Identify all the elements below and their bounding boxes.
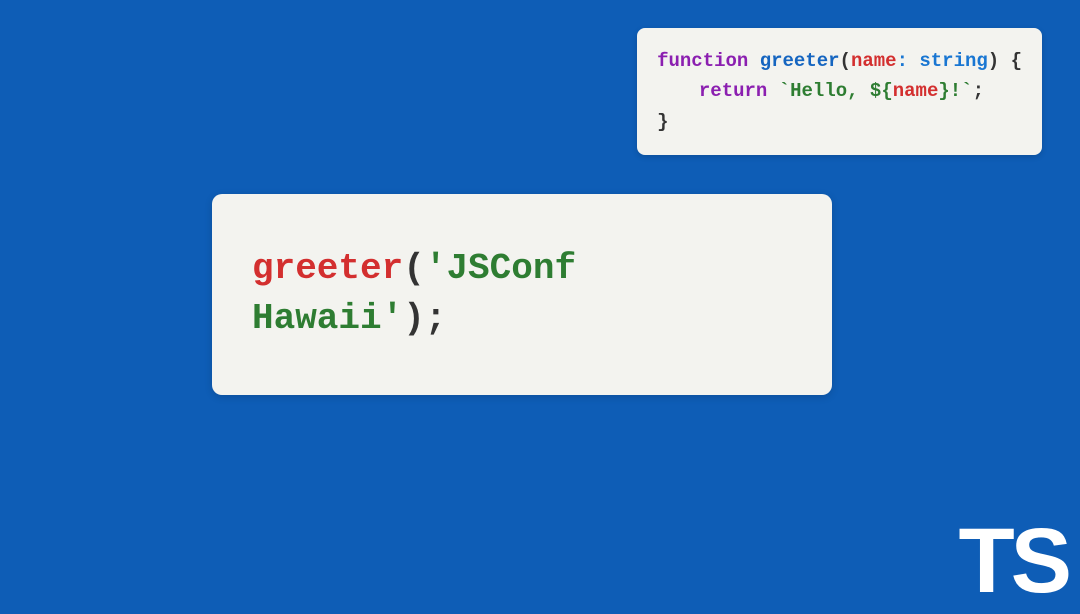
close-paren-semi: ); <box>403 298 446 339</box>
type-annotation: : string <box>897 50 988 72</box>
code-line-3: } <box>657 107 1022 137</box>
space <box>748 50 759 72</box>
param-name: name <box>851 50 897 72</box>
code-line-call: greeter('JSConf Hawaii'); <box>252 244 792 345</box>
semicolon: ; <box>973 80 984 102</box>
keyword-function: function <box>657 50 748 72</box>
code-snippet-call: greeter('JSConf Hawaii'); <box>212 194 832 395</box>
typescript-logo: TS <box>958 509 1068 614</box>
template-open: `Hello, ${ <box>779 80 893 102</box>
keyword-return: return <box>699 80 767 102</box>
space <box>767 80 778 102</box>
template-close: }!` <box>938 80 972 102</box>
function-name: greeter <box>760 50 840 72</box>
close-brace: } <box>657 111 668 133</box>
code-line-1: function greeter(name: string) { <box>657 46 1022 76</box>
template-var: name <box>893 80 939 102</box>
function-call-name: greeter <box>252 248 403 289</box>
open-paren: ( <box>403 248 425 289</box>
code-line-2: return `Hello, ${name}!`; <box>657 76 1022 106</box>
close-paren-brace: ) { <box>988 50 1022 72</box>
code-snippet-definition: function greeter(name: string) { return … <box>637 28 1042 155</box>
open-paren: ( <box>840 50 851 72</box>
